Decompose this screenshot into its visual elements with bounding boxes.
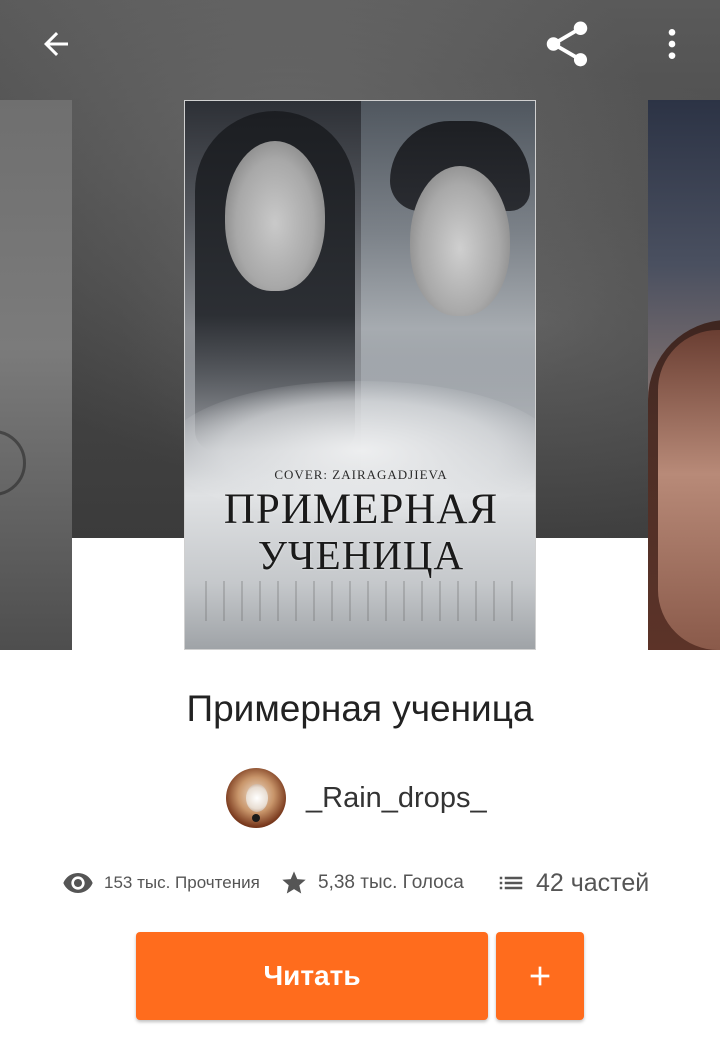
cover-title-line2: УЧЕНИЦА [257,532,465,578]
list-icon [496,868,526,898]
reads-count: 153 тыс. Прочтения [104,873,260,892]
avatar [226,768,286,828]
eye-icon [62,867,94,899]
share-button[interactable] [537,14,597,74]
cover-art [205,581,517,621]
cover-art [225,141,325,291]
previous-story-cover[interactable] [0,100,72,650]
story-cover[interactable]: COVER: ZAIRAGADJIEVA ПРИМЕРНАЯ УЧЕНИЦА [184,100,536,650]
parts-stat[interactable]: 42 частей [496,863,649,903]
more-vertical-icon [668,29,676,59]
add-to-library-button[interactable] [496,932,584,1020]
author-name: _Rain_drops_ [306,781,487,814]
reads-stat: 153 тыс. Прочтения [62,863,260,903]
star-icon [280,869,308,897]
arrow-left-icon [44,32,68,56]
votes-count: 5,38 тыс. Голоса [318,872,464,893]
author-link[interactable]: _Rain_drops_ [226,768,487,828]
cover-art [0,430,26,496]
next-story-cover[interactable] [648,100,720,650]
parts-count: 42 частей [536,868,650,897]
cover-title-line1: ПРИМЕРНАЯ [223,486,499,533]
read-button[interactable]: Читать [136,932,488,1020]
cover-art [658,330,720,650]
more-options-button[interactable] [642,14,702,74]
cover-art [410,166,510,316]
votes-stat: 5,38 тыс. Голоса [280,863,464,903]
share-icon [546,21,588,67]
plus-icon [530,966,550,986]
read-button-label: Читать [263,960,361,991]
story-title: Примерная ученица [186,688,534,729]
story-details-screen: COVER: ZAIRAGADJIEVA ПРИМЕРНАЯ УЧЕНИЦА П… [0,0,720,1050]
cover-credit: COVER: ZAIRAGADJIEVA [274,467,448,482]
back-button[interactable] [26,14,86,74]
